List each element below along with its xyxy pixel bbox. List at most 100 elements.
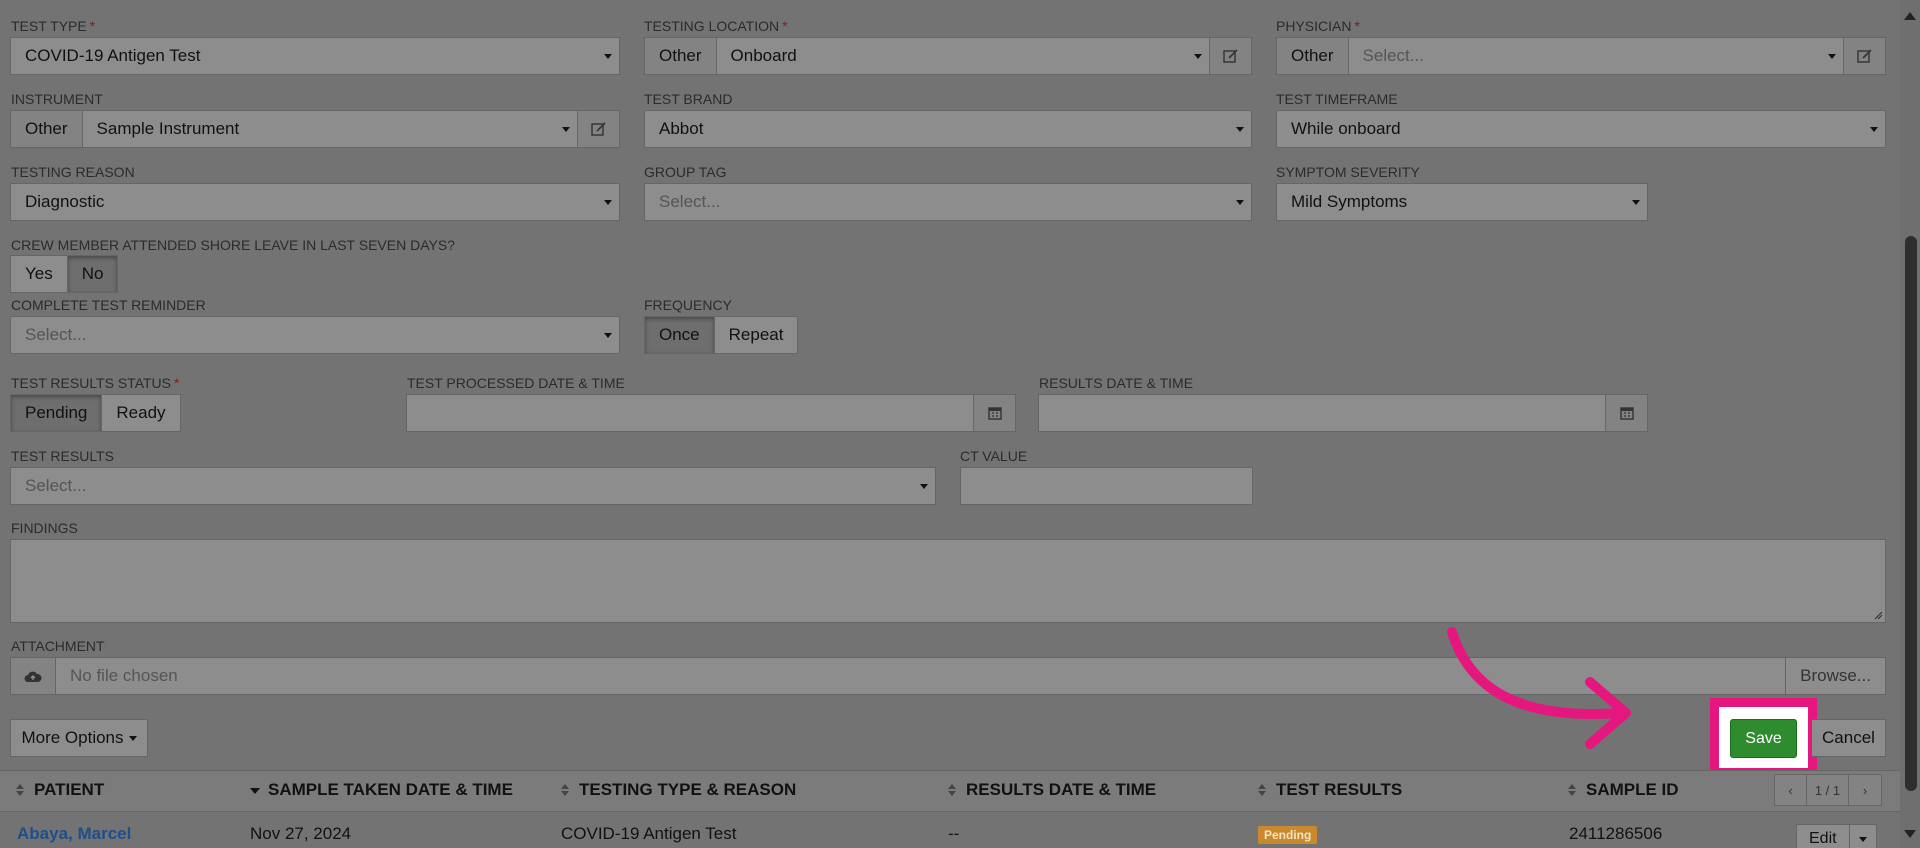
more-options-label: More Options	[21, 728, 124, 747]
testing-location-label: TESTING LOCATION *	[644, 18, 788, 34]
edit-icon[interactable]	[1209, 38, 1251, 74]
test-brand-select[interactable]: Abbot	[644, 110, 1252, 148]
chevron-down-icon	[597, 184, 619, 220]
complete-test-reminder-label: COMPLETE TEST REMINDER	[11, 297, 206, 313]
calendar-icon[interactable]	[1605, 395, 1647, 431]
instrument-other-addon[interactable]: Other	[11, 111, 83, 147]
column-header-sample-id[interactable]: SAMPLE ID	[1566, 780, 1679, 800]
test-timeframe-value: While onboard	[1291, 119, 1401, 138]
column-label: TEST RESULTS	[1276, 780, 1403, 799]
curved-arrow-annotation	[1447, 627, 1631, 749]
test-results-label: TEST RESULTS	[11, 448, 114, 464]
column-header-patient[interactable]: PATIENT	[14, 780, 104, 800]
table-row-testing-type: COVID-19 Antigen Test	[561, 824, 737, 843]
test-timeframe-label: TEST TIMEFRAME	[1276, 91, 1398, 107]
shore-leave-label: CREW MEMBER ATTENDED SHORE LEAVE IN LAST…	[11, 237, 455, 253]
browse-button[interactable]: Browse...	[1785, 658, 1885, 694]
column-label: SAMPLE ID	[1586, 780, 1679, 799]
symptom-severity-select[interactable]: Mild Symptoms	[1276, 183, 1648, 221]
chevron-down-icon	[913, 468, 935, 504]
testing-location-select[interactable]: Other Onboard	[644, 37, 1252, 75]
column-label: RESULTS DATE & TIME	[966, 780, 1157, 799]
cloud-upload-icon	[11, 658, 56, 694]
column-header-test-results[interactable]: TEST RESULTS	[1256, 780, 1402, 800]
edit-icon[interactable]	[1843, 38, 1885, 74]
testing-reason-label: TESTING REASON	[11, 164, 135, 180]
cancel-button[interactable]: Cancel	[1812, 719, 1886, 757]
group-tag-placeholder: Select...	[659, 192, 721, 211]
test-processed-datetime-input[interactable]	[406, 394, 1016, 432]
chevron-down-icon	[1229, 184, 1251, 220]
more-options-button[interactable]: More Options	[10, 719, 148, 757]
prev-page-icon[interactable]: ‹	[1775, 775, 1807, 805]
test-timeframe-select[interactable]: While onboard	[1276, 110, 1886, 148]
sort-icon	[559, 783, 571, 797]
edit-row-button[interactable]: Edit	[1797, 825, 1850, 848]
frequency-repeat[interactable]: Repeat	[715, 317, 798, 353]
chevron-down-icon	[555, 111, 577, 147]
shore-leave-no[interactable]: No	[67, 256, 118, 292]
testing-reason-select[interactable]: Diagnostic	[10, 183, 620, 221]
findings-label: FINDINGS	[11, 520, 78, 536]
symptom-severity-label: SYMPTOM SEVERITY	[1276, 164, 1420, 180]
pagination: ‹ 1 / 1 ›	[1774, 774, 1882, 806]
sort-icon	[1256, 783, 1268, 797]
instrument-label: INSTRUMENT	[11, 91, 103, 107]
test-type-value: COVID-19 Antigen Test	[25, 46, 201, 65]
test-brand-value: Abbot	[659, 119, 704, 138]
scroll-down-icon[interactable]	[1904, 830, 1916, 838]
chevron-down-icon	[1821, 38, 1843, 74]
save-button[interactable]: Save	[1730, 719, 1797, 758]
ct-value-label: CT VALUE	[960, 448, 1028, 464]
column-header-sample-taken[interactable]: SAMPLE TAKEN DATE & TIME	[248, 780, 513, 800]
resize-handle-icon[interactable]	[1873, 610, 1883, 620]
instrument-select[interactable]: Other Sample Instrument	[10, 110, 620, 148]
results-datetime-label: RESULTS DATE & TIME	[1039, 375, 1194, 391]
caret-down-icon	[128, 735, 137, 741]
complete-test-reminder-select[interactable]: Select...	[10, 316, 620, 354]
column-label: SAMPLE TAKEN DATE & TIME	[268, 780, 513, 799]
test-results-status-toggle: Pending Ready	[10, 394, 181, 432]
column-header-results-datetime[interactable]: RESULTS DATE & TIME	[946, 780, 1156, 800]
test-processed-datetime-value	[407, 395, 973, 431]
chevron-down-icon	[597, 38, 619, 74]
physician-other-addon[interactable]: Other	[1277, 38, 1349, 74]
edit-row-dropdown-icon[interactable]	[1850, 825, 1876, 848]
next-page-icon[interactable]: ›	[1849, 775, 1881, 805]
test-brand-label: TEST BRAND	[644, 91, 733, 107]
page-scrollbar[interactable]	[1900, 0, 1920, 848]
shore-leave-yes[interactable]: Yes	[11, 256, 68, 292]
sort-desc-icon	[248, 783, 260, 797]
test-type-select[interactable]: COVID-19 Antigen Test	[10, 37, 620, 75]
table-row-sample-taken: Nov 27, 2024	[250, 824, 352, 843]
chevron-down-icon	[597, 317, 619, 353]
status-ready[interactable]: Ready	[102, 395, 179, 431]
scroll-up-icon[interactable]	[1904, 12, 1916, 20]
group-tag-label: GROUP TAG	[644, 164, 727, 180]
ct-value-input[interactable]	[960, 467, 1253, 505]
attachment-label: ATTACHMENT	[11, 638, 105, 654]
physician-select[interactable]: Other Select...	[1276, 37, 1886, 75]
group-tag-select[interactable]: Select...	[644, 183, 1252, 221]
frequency-toggle: Once Repeat	[644, 316, 799, 354]
edit-icon[interactable]	[577, 111, 619, 147]
page-indicator: 1 / 1	[1807, 775, 1849, 805]
table-row-sample-id: 2411286506	[1569, 824, 1663, 843]
chevron-down-icon	[1863, 111, 1885, 147]
sort-icon	[1566, 783, 1578, 797]
table-row-patient[interactable]: Abaya, Marcel	[17, 824, 131, 844]
results-datetime-input[interactable]	[1038, 394, 1648, 432]
instrument-value: Sample Instrument	[96, 119, 240, 138]
physician-label: PHYSICIAN *	[1276, 18, 1360, 34]
scrollbar-thumb[interactable]	[1905, 236, 1917, 791]
test-results-select[interactable]: Select...	[10, 467, 936, 505]
column-label: PATIENT	[34, 780, 105, 799]
findings-textarea[interactable]	[10, 539, 1886, 623]
testing-location-other-addon[interactable]: Other	[645, 38, 717, 74]
chevron-down-icon	[1229, 111, 1251, 147]
column-header-testing-type[interactable]: TESTING TYPE & REASON	[559, 780, 796, 800]
status-pending[interactable]: Pending	[11, 395, 103, 431]
frequency-once[interactable]: Once	[645, 317, 715, 353]
column-label: TESTING TYPE & REASON	[579, 780, 797, 799]
calendar-icon[interactable]	[973, 395, 1015, 431]
